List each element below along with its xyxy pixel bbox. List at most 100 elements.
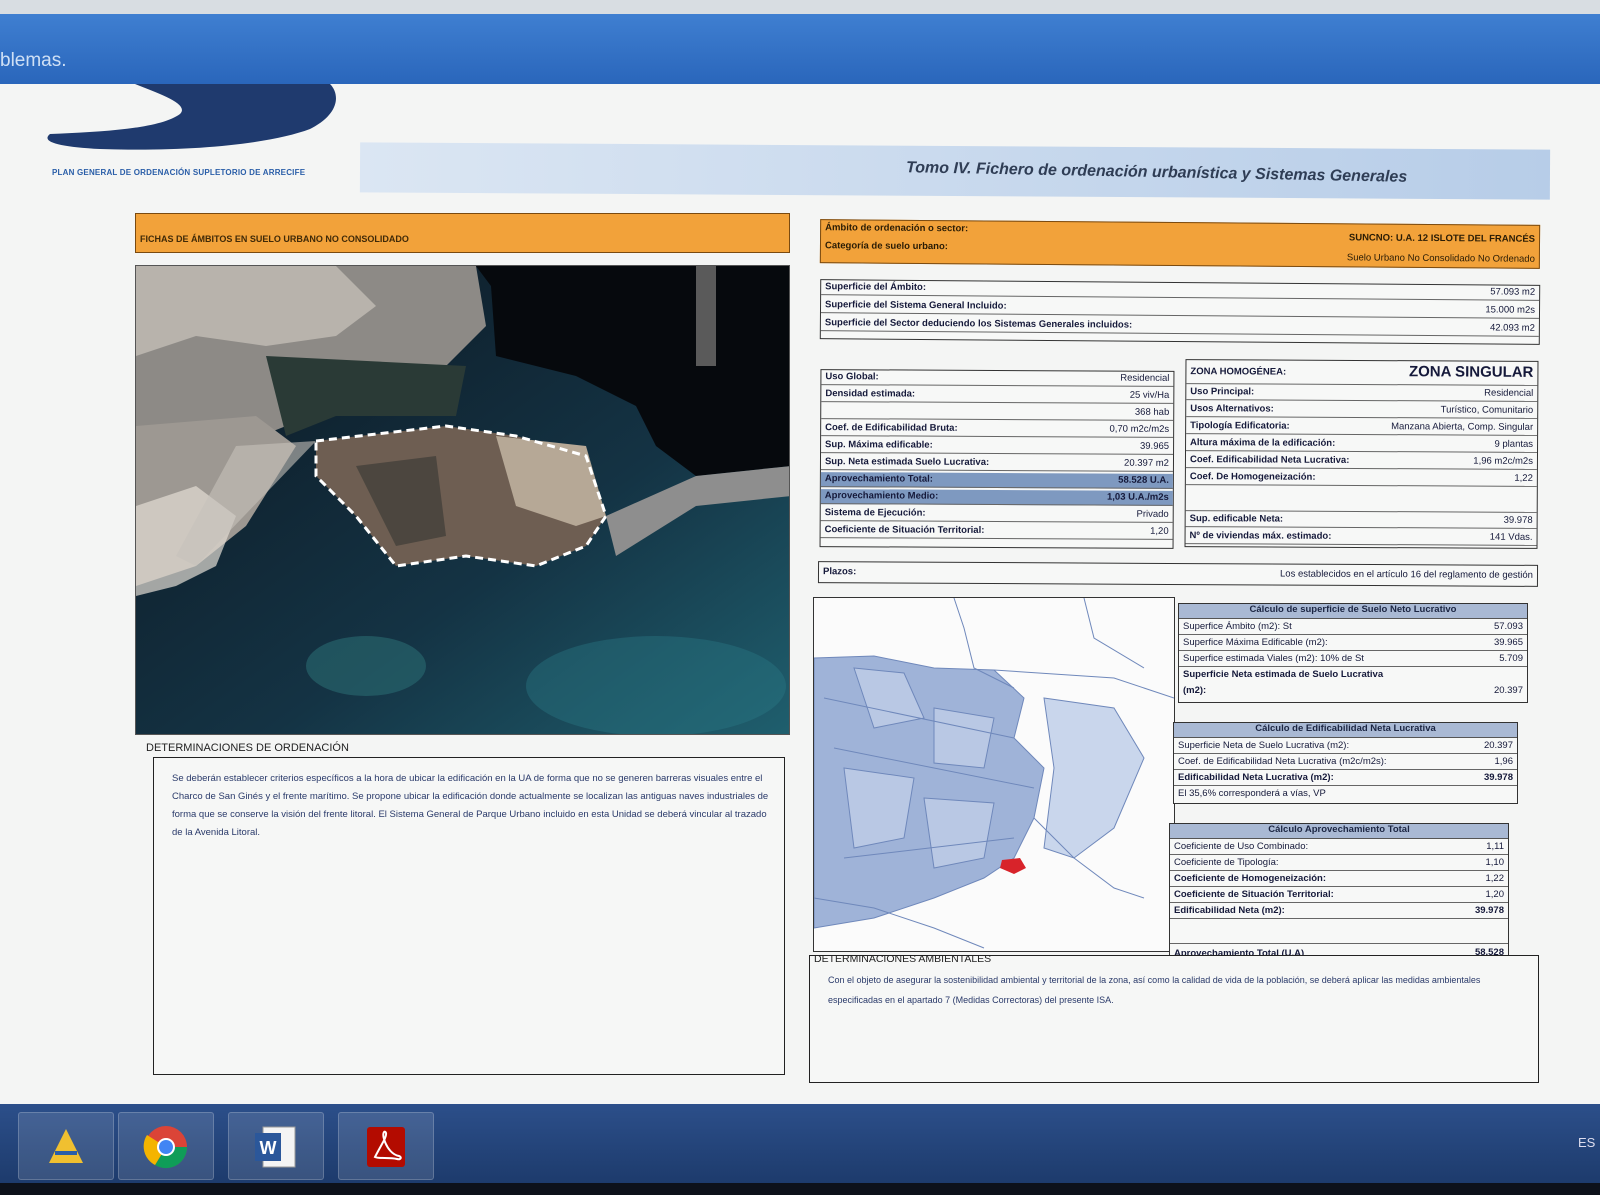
table-row: (m2): 20.397 [1179,684,1527,699]
row-value: 58.528 U.A. [1118,474,1169,486]
row-label: Sup. Neta estimada Suelo Lucrativa: [824,456,990,468]
row-label: Sup. Máxima edificable: [825,439,933,451]
row-label: Superfice Ámbito (m2): St [1183,621,1292,632]
table-row: Coef. de Edificabilidad Neta Lucrativa (… [1174,755,1517,770]
row-value: Turístico, Comunitario [1440,404,1534,416]
table-row: Coef. de Edificabilidad Bruta: 0,70 m2c/m… [821,421,1174,438]
categoria-value: Suelo Urbano No Consolidado No Ordenado [1346,252,1535,265]
row-value: 39.978 [1503,514,1533,526]
table-row-highlight: Aprovechamiento Medio: 1,03 U.A./m2s [820,489,1173,506]
row-label: Coeficiente de Situación Territorial: [824,524,985,536]
row-value: 5.709 [1499,653,1523,664]
row-label: Uso Principal: [1190,386,1255,398]
calc-title: Cálculo Aprovechamiento Total [1170,824,1508,839]
row-label: Tipología Edificatoria: [1190,420,1290,432]
location-map-drawing [814,598,1174,949]
table-row: Coef. De Homogeneización: 1,22 [1185,470,1537,487]
table-row: Coeficiente de Homogeneización: 1,22 [1170,872,1508,887]
row-value: 9 plantas [1494,438,1534,450]
calc-title: Cálculo de superficie de Suelo Neto Lucr… [1179,604,1527,619]
calc-title: Cálculo de Edificabilidad Neta Lucrativa [1174,723,1517,738]
table-row: Edificabilidad Neta (m2): 39.978 [1170,904,1508,919]
aerial-photo [135,265,790,735]
row-value: Residencial [1120,372,1170,384]
row-value: 1,20 [1150,525,1169,537]
row-label: Altura máxima de la edificación: [1190,437,1336,449]
taskbar-app-pdf[interactable] [338,1112,434,1180]
taskbar-app-arquimedes[interactable] [18,1112,114,1180]
svg-text:W: W [260,1138,277,1158]
table-row: Superficie del Sector deduciendo los Sis… [820,316,1539,337]
table-row: Tipología Edificatoria: Manzana Abierta, … [1186,419,1538,436]
table-row: El 35,6% corresponderá a vías, VP [1174,787,1517,802]
window-titlebar[interactable]: blemas. [0,14,1600,84]
tray-language[interactable]: ES [1578,1135,1595,1150]
categoria-label: Categoría de suelo urbano: [824,240,949,253]
row-label: Densidad estimada: [825,388,916,400]
row-value: 1,10 [1485,857,1505,868]
row-label: Usos Alternativos: [1190,403,1274,415]
det-ordenacion-text: Se deberán establecer criterios específi… [172,773,769,838]
logo-text: PLAN GENERAL DE ORDENACIÓN SUPLETORIO DE… [52,168,306,177]
zona-label: ZONA HOMOGÉNEA: [1190,366,1287,378]
row-value: 0,70 m2c/m2s [1109,423,1170,435]
row-value: 25 viv/Ha [1129,389,1170,401]
row-value: 141 Vdas. [1489,531,1533,543]
row-label: Superficie del Sistema General Incluido: [825,299,1007,312]
row-label: Edificabilidad Neta Lucrativa (m2): [1178,772,1334,783]
row-label: Sistema de Ejecución: [824,507,926,519]
row-label: Uso Global: [825,371,879,383]
ambito-header: Ámbito de ordenación o sector: SUNCNO: U… [819,219,1541,269]
row-label: Coeficiente de Situación Territorial: [1174,889,1334,900]
row-value: 39.965 [1139,440,1170,452]
row-value: 1,96 m2c/m2s [1473,455,1533,467]
plazos-label: Plazos: [822,566,857,578]
taskbar-app-word[interactable]: W [228,1112,324,1180]
table-row: Uso Global: Residencial [821,370,1174,387]
row-value: 42.093 m2 [1489,322,1535,334]
row-value: 1,22 [1485,873,1505,884]
window-title: blemas. [0,50,67,71]
zona-value: ZONA SINGULAR [1408,363,1534,381]
row-value: 57.093 m2 [1490,286,1536,298]
row-value: 20.397 [1493,685,1523,696]
table-row: Sup. edificable Neta: 39.978 [1185,512,1537,529]
table-row: Superficie del Sistema General Incluido:… [820,298,1540,319]
row-value: 1,22 [1514,472,1533,484]
table-row: Superfice Máxima Edificable (m2): 39.965 [1179,636,1527,651]
table-row: Sistema de Ejecución: Privado [820,506,1173,523]
row-label: Aprovechamiento Total: [824,473,933,485]
row-value: 20.397 m2 [1124,457,1170,469]
zona-header-row: ZONA HOMOGÉNEA: ZONA SINGULAR [1186,360,1538,386]
plazos-value: Los establecidos en el artículo 16 del r… [1279,568,1534,581]
plazos-row: Plazos: Los establecidos en el artículo … [817,561,1539,587]
row-label: Coef. de Edificabilidad Neta Lucrativa (… [1178,756,1387,767]
table-row: Superfice Ámbito (m2): St 57.093 [1179,620,1527,635]
table-row: Coeficiente de Uso Combinado: 1,11 [1170,840,1508,855]
row-value: Privado [1136,508,1169,520]
row-label: Superfice estimada Viales (m2): 10% de S… [1183,653,1364,664]
table-row-highlight: Aprovechamiento Total: 58.528 U.A. [820,472,1173,489]
aerial-photo-drawing [136,266,789,734]
table-row: Superficie Neta estimada de Suelo Lucrat… [1179,668,1527,683]
row-value: Manzana Abierta, Comp. Singular [1391,421,1534,433]
table-row: Uso Principal: Residencial [1186,385,1538,402]
row-label: Coeficiente de Uso Combinado: [1174,841,1309,852]
zona-table: ZONA HOMOGÉNEA: ZONA SINGULAR Uso Princi… [1184,359,1539,549]
calc-aprovechamiento-table: Cálculo Aprovechamiento Total Coeficient… [1169,823,1509,965]
taskbar-app-chrome[interactable] [118,1112,214,1180]
app-icon [49,1129,83,1163]
table-row: Coeficiente de Situación Territorial: 1,2… [820,523,1173,540]
fichas-header: FICHAS DE ÁMBITOS EN SUELO URBANO NO CON… [135,213,790,253]
row-label: Coeficiente de Homogeneización: [1174,873,1327,884]
screen: blemas. PLAN GENERAL DE ORDENACIÓN SUPLE… [0,0,1600,1195]
table-row: Nº de viviendas máx. estimado: 141 Vdas. [1185,529,1537,546]
uso-table: Uso Global: Residencial Densidad estimada… [819,369,1175,549]
row-value: 1,20 [1485,889,1505,900]
row-label: Coef. De Homogeneización: [1189,471,1316,483]
row-label: Nº de viviendas máx. estimado: [1189,530,1332,542]
pdf-icon [367,1127,405,1167]
table-row: Superficie Neta de Suelo Lucrativa (m2):… [1174,739,1517,754]
table-row: 368 hab [821,404,1174,421]
table-row: Sup. Máxima edificable: 39.965 [821,438,1174,455]
